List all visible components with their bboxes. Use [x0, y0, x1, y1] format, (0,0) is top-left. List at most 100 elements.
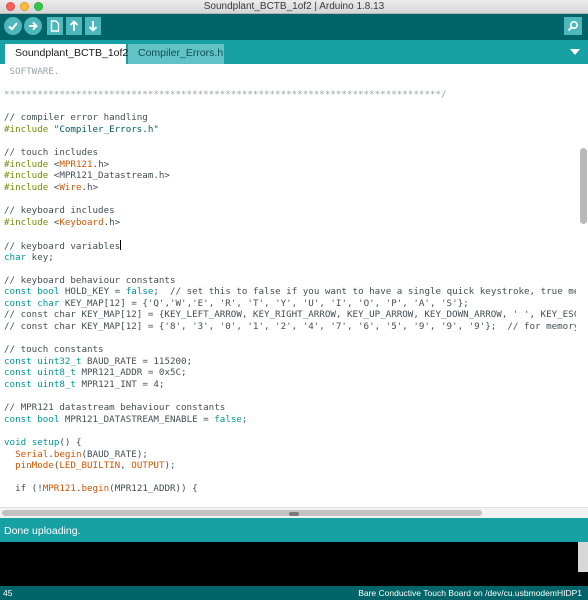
code-line[interactable]: void setup() { — [4, 437, 576, 449]
code-token: MPR121_ADDR = 0x5C; — [75, 367, 187, 379]
code-line[interactable]: Serial.begin(BAUD_RATE); — [4, 449, 576, 461]
open-button[interactable] — [66, 17, 82, 35]
vertical-scrollbar[interactable] — [580, 148, 587, 224]
code-line[interactable]: const uint32_t BAUD_RATE = 115200; — [4, 356, 576, 368]
code-token: MPR121 — [59, 158, 93, 170]
code-token: // keyboard behaviour constants — [4, 274, 176, 286]
status-bar: Done uploading. — [0, 520, 588, 542]
code-line[interactable] — [4, 194, 576, 206]
code-line[interactable]: // keyboard variables — [4, 239, 576, 252]
code-token: // const char KEY_MAP[12] = {'8', '3', '… — [4, 321, 576, 333]
console-scrollbar[interactable] — [578, 542, 588, 572]
code-line[interactable] — [4, 78, 576, 90]
code-line[interactable] — [4, 425, 576, 437]
code-token: // keyboard includes — [4, 205, 115, 217]
code-line[interactable]: const bool MPR121_DATASTREAM_ENABLE = fa… — [4, 414, 576, 426]
tab-compiler-errors[interactable]: Compiler_Errors.h — [128, 44, 224, 64]
code-token: false — [214, 413, 242, 425]
code-token: KEY_MAP[12] = {'Q','W','E', 'R', 'T', 'Y… — [59, 297, 469, 309]
code-token: ; // set this to false if you want to ha… — [153, 286, 576, 298]
code-line[interactable]: // const char KEY_MAP[12] = {KEY_LEFT_AR… — [4, 309, 576, 321]
tab-menu-arrow-icon[interactable] — [570, 49, 580, 55]
code-line[interactable]: pinMode(LED_BUILTIN, OUTPUT); — [4, 460, 576, 472]
pane-resize-handle[interactable] — [289, 512, 299, 516]
code-token: bool — [37, 286, 60, 298]
code-line[interactable] — [4, 472, 576, 484]
tab-soundplant[interactable]: Soundplant_BCTB_1of2 — [5, 44, 128, 64]
code-line[interactable]: ****************************************… — [4, 89, 576, 101]
code-token: bool — [37, 413, 60, 425]
code-line[interactable]: // keyboard includes — [4, 205, 576, 217]
board-info: Bare Conductive Touch Board on /dev/cu.u… — [358, 588, 582, 598]
code-line[interactable]: const uint8_t MPR121_ADDR = 0x5C; — [4, 367, 576, 379]
code-line[interactable]: const uint8_t MPR121_INT = 4; — [4, 379, 576, 391]
arrow-up-icon — [69, 20, 79, 31]
save-button[interactable] — [85, 17, 101, 35]
code-line[interactable]: // touch constants — [4, 344, 576, 356]
code-line[interactable] — [4, 263, 576, 275]
code-token: uint8_t — [37, 367, 76, 379]
horizontal-scrollbar-thumb[interactable] — [2, 510, 482, 516]
code-line[interactable]: #include <Keyboard.h> — [4, 217, 576, 229]
code-token: MPR121 — [42, 483, 76, 495]
code-token: MPR121_INT = 4; — [75, 379, 165, 391]
code-line[interactable]: const bool HOLD_KEY = false; // set this… — [4, 286, 576, 298]
code-line[interactable] — [4, 228, 576, 240]
code-line[interactable]: #include "Compiler_Errors.h" — [4, 124, 576, 136]
code-token: void — [4, 437, 27, 448]
upload-button[interactable] — [24, 17, 42, 35]
window-title: Soundplant_BCTB_1of2 | Arduino 1.8.13 — [203, 1, 385, 12]
code-token: , — [120, 460, 132, 472]
console-output[interactable] — [0, 542, 588, 586]
code-line[interactable]: char key; — [4, 252, 576, 264]
code-line[interactable]: if (!MPR121.begin(MPR121_ADDR)) { — [4, 483, 576, 495]
code-line[interactable]: // compiler error handling — [4, 112, 576, 124]
arrow-right-icon — [29, 21, 38, 31]
code-line[interactable]: #include <MPR121.h> — [4, 159, 576, 171]
code-token: // touch includes — [4, 147, 99, 159]
code-token: () { — [59, 437, 82, 448]
code-token: const — [4, 379, 32, 391]
code-line[interactable]: #include <Wire.h> — [4, 182, 576, 194]
code-token: MPR121_DATASTREAM_ENABLE = — [59, 413, 215, 425]
toolbar — [0, 14, 588, 40]
code-token: "Compiler_Errors.h" — [53, 123, 159, 135]
code-editor[interactable]: SOFTWARE. *******************************… — [0, 64, 588, 520]
code-token: // const char KEY_MAP[12] = {KEY_LEFT_AR… — [4, 309, 576, 321]
code-line[interactable]: // const char KEY_MAP[12] = {'8', '3', '… — [4, 321, 576, 333]
code-token: .h> — [81, 181, 99, 193]
code-line[interactable] — [4, 391, 576, 403]
new-file-icon — [50, 20, 60, 32]
code-token: OUTPUT — [131, 460, 165, 472]
code-token: .h> — [92, 158, 110, 170]
title-bar: Soundplant_BCTB_1of2 | Arduino 1.8.13 — [0, 0, 588, 14]
code-token: ; — [241, 413, 248, 425]
code-line[interactable] — [4, 136, 576, 148]
code-token: ); — [164, 460, 176, 472]
code-text[interactable]: SOFTWARE. *******************************… — [4, 66, 576, 495]
code-token: LED_BUILTIN — [59, 460, 121, 472]
code-line[interactable]: // keyboard behaviour constants — [4, 275, 576, 287]
code-line[interactable]: // MPR121 datastream behaviour constants — [4, 402, 576, 414]
code-token: #include — [4, 123, 54, 135]
code-token: ****************************************… — [4, 89, 447, 101]
code-line[interactable] — [4, 333, 576, 345]
code-line[interactable]: const char KEY_MAP[12] = {'Q','W','E', '… — [4, 298, 576, 310]
magnifier-icon — [567, 20, 579, 32]
verify-button[interactable] — [4, 17, 22, 35]
code-line[interactable]: SOFTWARE. — [4, 66, 576, 78]
serial-monitor-button[interactable] — [564, 17, 582, 35]
code-line[interactable]: #include <MPR121_Datastream.h> — [4, 170, 576, 182]
code-token: #include — [4, 170, 54, 182]
code-line[interactable] — [4, 101, 576, 113]
code-line[interactable]: // touch includes — [4, 147, 576, 159]
new-button[interactable] — [47, 17, 63, 35]
text-caret — [120, 239, 122, 250]
status-message: Done uploading. — [4, 525, 81, 537]
code-token: (MPR121_ADDR)) { — [109, 483, 198, 495]
code-token: // touch constants — [4, 344, 104, 356]
code-token: uint8_t — [37, 379, 76, 391]
code-token: Keyboard — [59, 216, 104, 228]
